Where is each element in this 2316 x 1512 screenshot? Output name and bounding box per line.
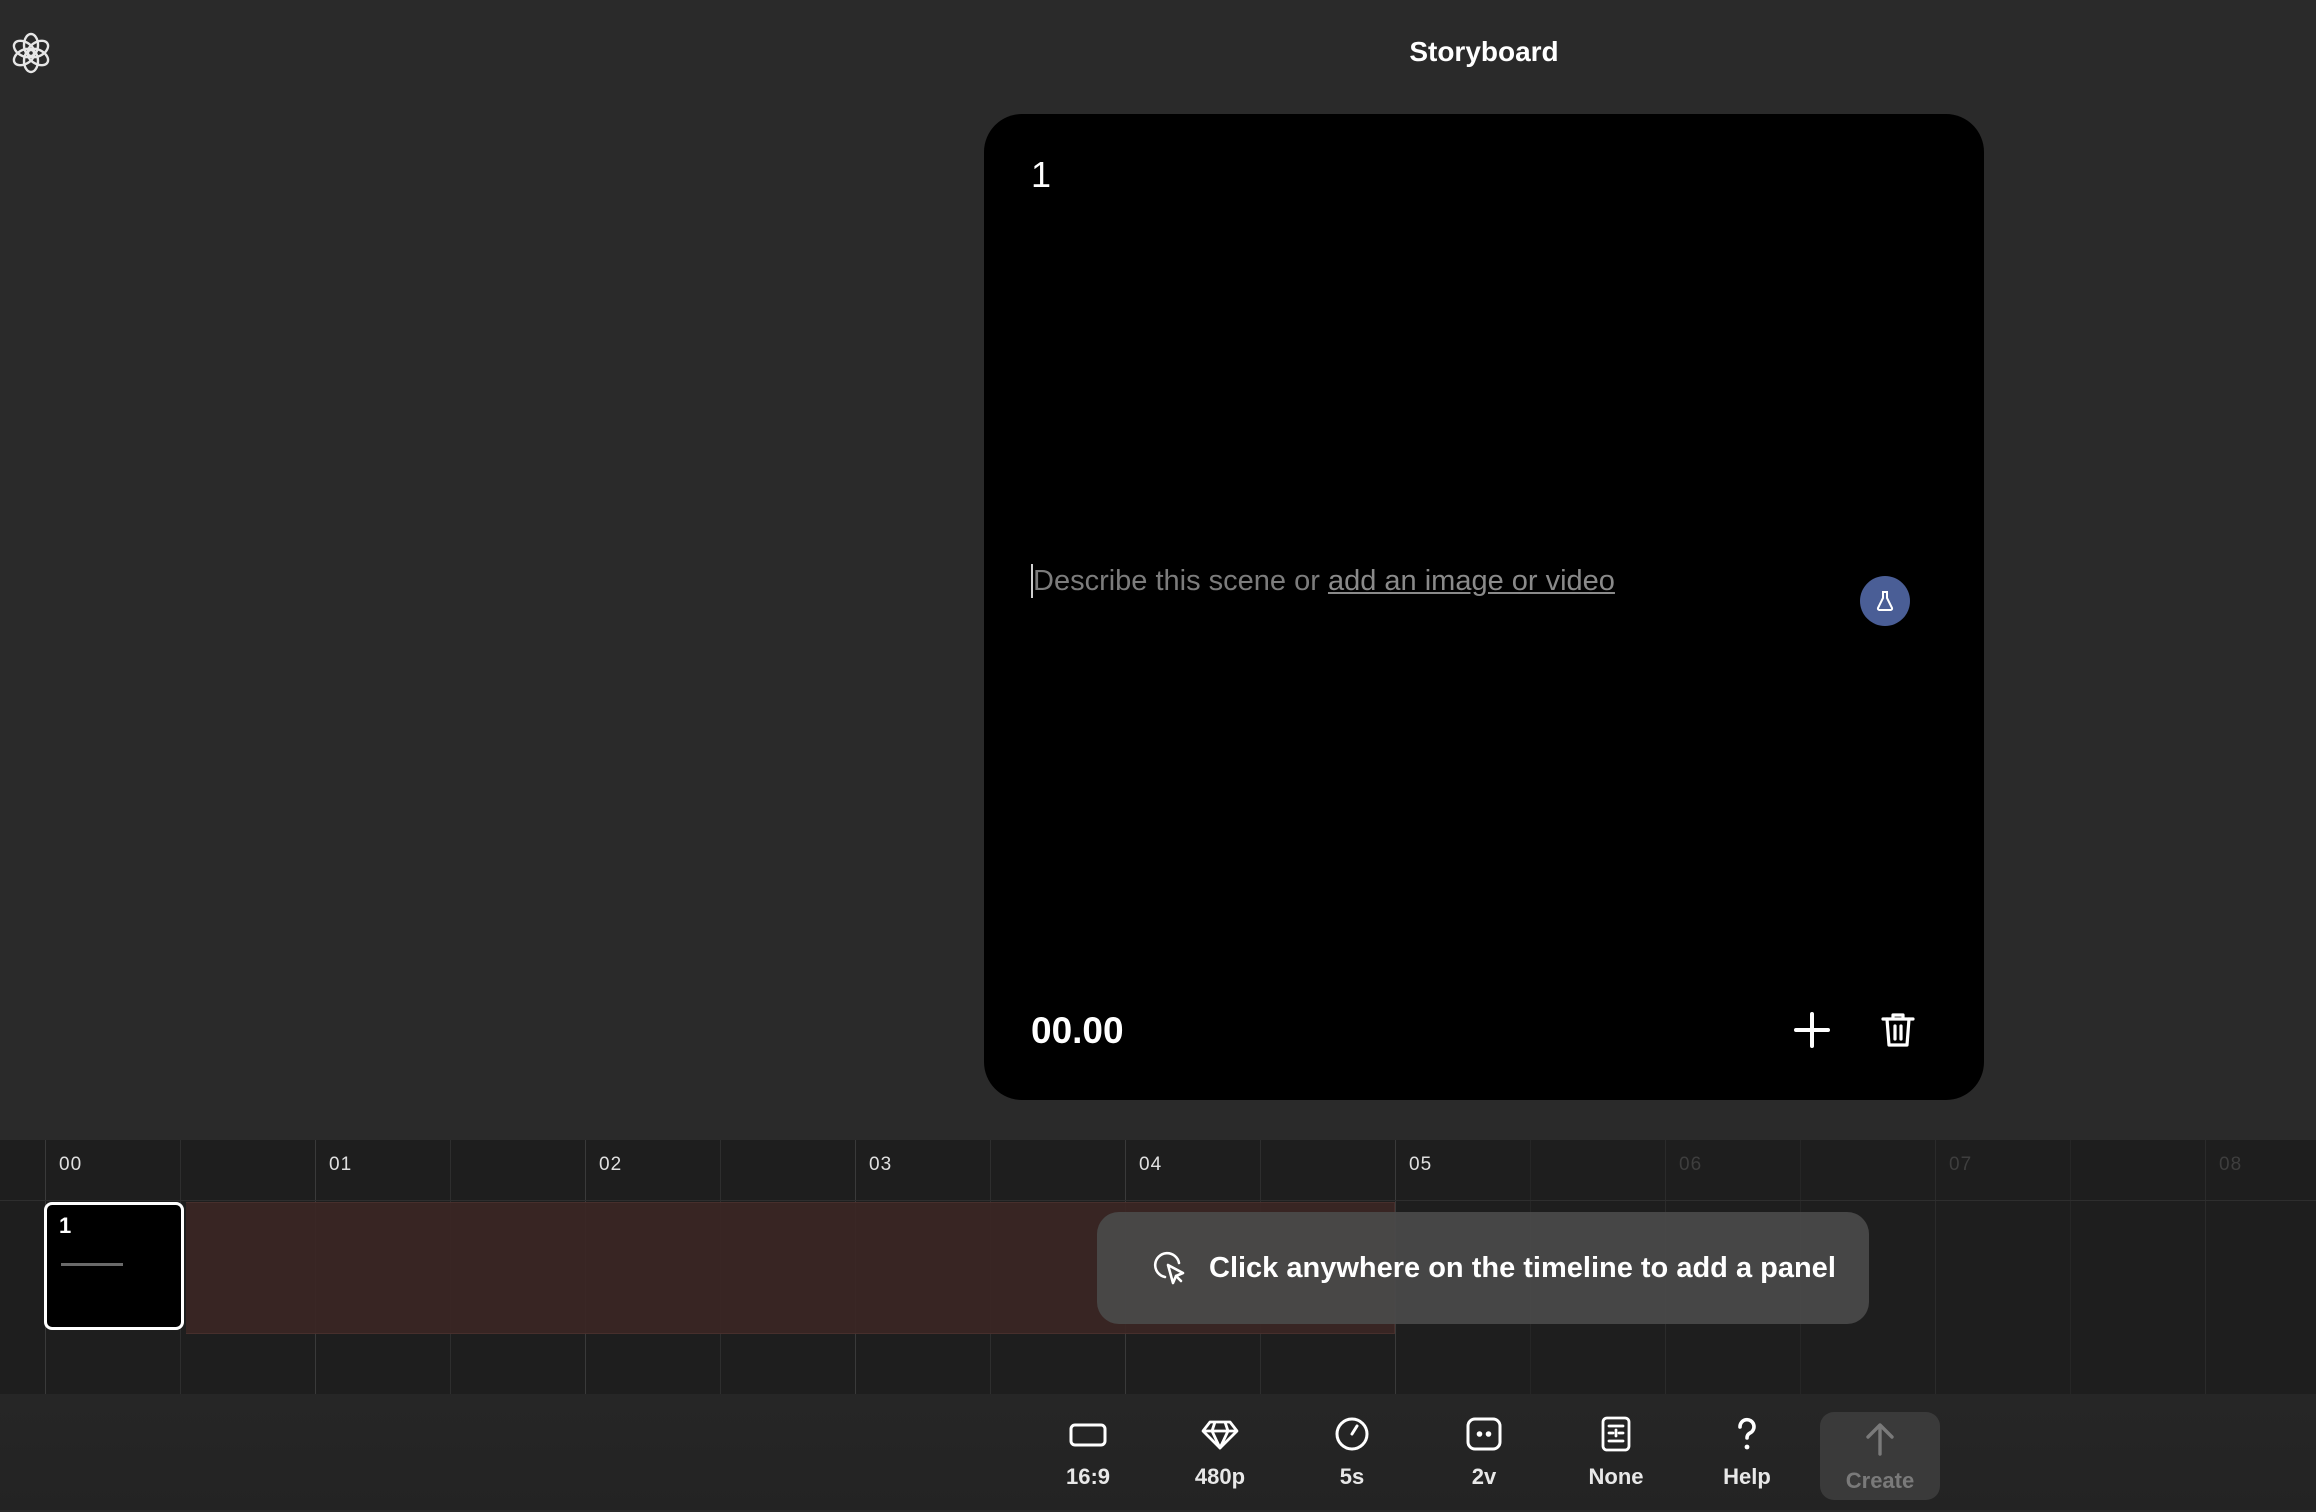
add-media-link[interactable]: add an image or video — [1328, 565, 1615, 597]
arrow-up-icon — [1866, 1423, 1894, 1456]
aspect-ratio-icon — [1069, 1423, 1107, 1447]
prompt-placeholder: Describe this scene or — [1033, 565, 1328, 597]
bottom-toolbar: 16:9 480p 5s 2v None Help Create — [0, 1394, 2316, 1510]
preset-icon — [1601, 1416, 1631, 1452]
timeline-second-label: 01 — [329, 1154, 353, 1175]
page-title: Storyboard — [1409, 36, 1559, 67]
scene-number: 1 — [1031, 154, 1052, 195]
timeline-tick-major — [2205, 1140, 2206, 1394]
variations-button[interactable]: 2v — [1429, 1416, 1539, 1512]
diamond-icon — [1201, 1420, 1239, 1450]
variations-label: 2v — [1471, 1464, 1497, 1489]
panel-placeholder-bar — [61, 1263, 123, 1266]
trash-icon[interactable] — [1878, 1010, 1918, 1050]
aspect-ratio-label: 16:9 — [1065, 1464, 1111, 1489]
timeline-hint-toast: Click anywhere on the timeline to add a … — [1097, 1212, 1869, 1324]
timeline-hint-text: Click anywhere on the timeline to add a … — [1209, 1251, 1836, 1284]
scene-prompt-input[interactable]: Describe this scene or add an image or v… — [1031, 564, 1615, 598]
flask-icon — [1876, 591, 1894, 611]
duration-button[interactable]: 5s — [1297, 1416, 1407, 1512]
timeline-second-label: 05 — [1409, 1154, 1433, 1175]
clock-icon — [1335, 1417, 1369, 1451]
duration-label: 5s — [1339, 1464, 1365, 1489]
panel-number: 1 — [59, 1213, 72, 1238]
scene-time: 00.00 — [1031, 1010, 1124, 1051]
ruler-divider — [0, 1200, 2316, 1201]
resolution-button[interactable]: 480p — [1165, 1416, 1275, 1512]
timeline-tick-minor — [2070, 1140, 2071, 1394]
preset-button[interactable]: None — [1561, 1416, 1671, 1512]
timeline-panel[interactable]: 1 — [44, 1202, 184, 1330]
flask-button[interactable] — [1860, 576, 1910, 626]
timeline-second-label: 06 — [1679, 1154, 1703, 1175]
cursor-click-icon — [1153, 1251, 1185, 1285]
aspect-ratio-button[interactable]: 16:9 — [1033, 1416, 1143, 1512]
create-button[interactable]: Create — [1820, 1412, 1940, 1500]
timeline-second-label: 03 — [869, 1154, 893, 1175]
help-button[interactable]: Help — [1692, 1416, 1802, 1512]
resolution-label: 480p — [1194, 1464, 1246, 1489]
timeline-second-label: 08 — [2219, 1154, 2243, 1175]
plus-icon[interactable] — [1792, 1010, 1832, 1050]
openai-logo-icon[interactable] — [8, 30, 54, 76]
timeline-second-label: 00 — [59, 1154, 83, 1175]
timeline-second-label: 07 — [1949, 1154, 1973, 1175]
timeline-second-label: 04 — [1139, 1154, 1163, 1175]
variations-icon — [1466, 1417, 1502, 1451]
preset-label: None — [1588, 1464, 1644, 1489]
question-icon — [1738, 1417, 1756, 1450]
scene-card[interactable]: 1 Describe this scene or add an image or… — [984, 114, 1984, 1100]
help-label: Help — [1723, 1464, 1771, 1489]
timeline-second-label: 02 — [599, 1154, 623, 1175]
create-label: Create — [1845, 1468, 1915, 1493]
timeline-tick-major — [1935, 1140, 1936, 1394]
